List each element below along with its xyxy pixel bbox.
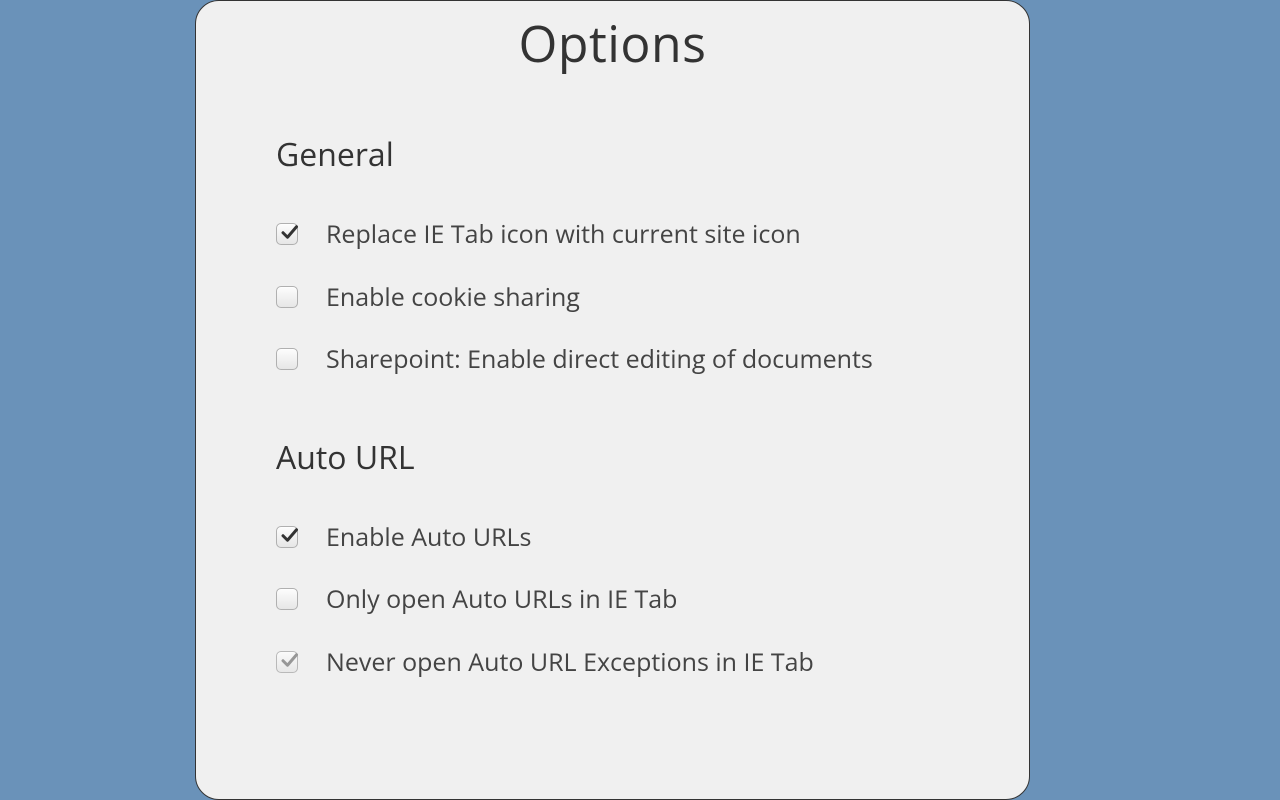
checkbox-replace-icon[interactable] [276,223,298,245]
checkbox-never-open-exceptions [276,651,298,673]
section-heading-general: General [276,133,949,176]
option-sharepoint-editing: Sharepoint: Enable direct editing of doc… [276,343,949,376]
check-icon [280,651,298,669]
option-label: Replace IE Tab icon with current site ic… [326,218,801,251]
page-title: Options [276,9,949,77]
option-only-auto-urls: Only open Auto URLs in IE Tab [276,583,949,616]
option-label: Enable cookie sharing [326,281,580,314]
checkbox-enable-auto-urls[interactable] [276,526,298,548]
option-label: Only open Auto URLs in IE Tab [326,583,677,616]
check-icon [280,223,298,241]
option-label: Enable Auto URLs [326,521,531,554]
option-label: Sharepoint: Enable direct editing of doc… [326,343,873,376]
options-panel: Options General Replace IE Tab icon with… [195,0,1030,800]
section-general: General Replace IE Tab icon with current… [276,133,949,376]
option-never-open-exceptions: Never open Auto URL Exceptions in IE Tab [276,646,949,679]
section-auto-url: Auto URL Enable Auto URLs Only open Auto… [276,436,949,679]
option-replace-icon: Replace IE Tab icon with current site ic… [276,218,949,251]
option-enable-auto-urls: Enable Auto URLs [276,521,949,554]
section-heading-auto-url: Auto URL [276,436,949,479]
checkbox-cookie-sharing[interactable] [276,286,298,308]
option-label: Never open Auto URL Exceptions in IE Tab [326,646,814,679]
checkbox-sharepoint-editing[interactable] [276,348,298,370]
option-cookie-sharing: Enable cookie sharing [276,281,949,314]
check-icon [280,526,298,544]
checkbox-only-auto-urls[interactable] [276,588,298,610]
